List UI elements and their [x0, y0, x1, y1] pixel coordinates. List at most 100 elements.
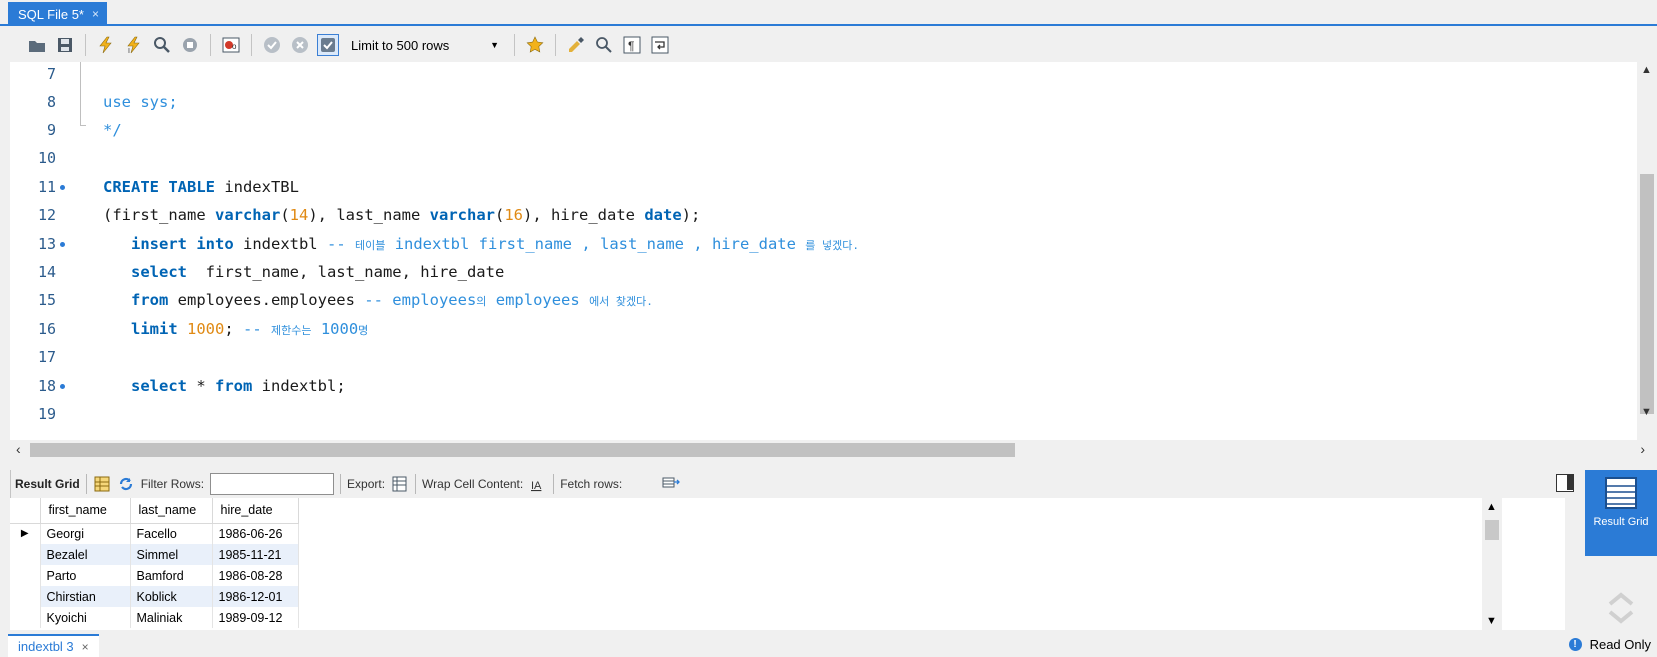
line-number: 8 [46, 93, 56, 111]
column-header[interactable]: first_name [40, 498, 131, 524]
line-number: 13 [37, 235, 56, 253]
read-only-status: ! Read Only [1568, 637, 1651, 652]
tab-indextbl-3[interactable]: indextbl 3 × [8, 634, 99, 657]
tab-close-icon[interactable]: × [82, 640, 89, 654]
comment-text: -- [243, 320, 272, 338]
table-cell[interactable]: 1989-09-12 [212, 607, 299, 628]
tab-sql-file[interactable]: SQL File 5* × [8, 2, 108, 26]
bookmark-icon[interactable] [524, 34, 546, 56]
editor-horizontal-scrollbar[interactable]: ‹ › [10, 440, 1657, 460]
table-cell[interactable]: 1986-06-26 [212, 523, 299, 544]
autocommit-icon[interactable] [317, 34, 339, 56]
comment-text: 를 넣겠다. [805, 239, 860, 252]
line-number: 17 [37, 348, 56, 366]
keyword: select [131, 263, 187, 281]
row-marker [10, 586, 41, 607]
result-grid[interactable]: first_name last_name hire_date ▶ Georgi … [10, 498, 1565, 630]
filter-rows-input[interactable] [210, 473, 335, 495]
table-row[interactable]: ▶ Georgi Facello 1986-06-26 [10, 523, 299, 544]
result-grid-label[interactable]: Result Grid [15, 477, 80, 491]
scrollbar-thumb[interactable] [1485, 520, 1499, 540]
line-number: 18 [37, 377, 56, 395]
refresh-icon[interactable] [117, 475, 135, 493]
execute-current-icon[interactable]: I [123, 34, 145, 56]
code-text: (first_name varchar(14), last_name varch… [103, 206, 700, 224]
row-marker [10, 544, 41, 565]
comment-text: employees [486, 291, 590, 309]
table-cell[interactable]: Facello [130, 523, 213, 544]
table-cell[interactable]: Chirstian [40, 586, 131, 607]
line-number: 12 [37, 206, 56, 224]
table-cell[interactable]: Georgi [40, 523, 131, 544]
scroll-left-icon[interactable]: ‹ [16, 441, 21, 457]
side-result-grid-button[interactable]: Result Grid [1585, 470, 1657, 556]
table-row[interactable]: Bezalel Simmel 1985-11-21 [10, 544, 299, 565]
code-text: insert into indextbl -- 테이블 indextbl fir… [131, 235, 859, 253]
beautify-icon[interactable] [565, 34, 587, 56]
sql-editor[interactable]: 7 8 use sys; 9 */ 10 11 CREATE TABLE ind… [10, 62, 1637, 440]
column-header[interactable]: hire_date [212, 498, 299, 524]
column-header[interactable]: last_name [130, 498, 213, 524]
limit-rows-select[interactable]: Limit to 500 rows ▼ [345, 34, 505, 56]
execute-icon[interactable] [95, 34, 117, 56]
invisible-chars-icon[interactable]: ¶ [621, 34, 643, 56]
grid-vertical-scrollbar[interactable]: ▲ ▼ [1482, 498, 1502, 630]
table-cell[interactable]: Simmel [130, 544, 213, 565]
tab-close-icon[interactable]: × [92, 7, 99, 21]
keyword: limit [131, 320, 178, 338]
fetch-rows-icon[interactable] [662, 475, 681, 493]
grid-form-icon[interactable] [93, 475, 111, 493]
keyword: select [131, 377, 187, 395]
svg-text:I: I [128, 48, 130, 55]
code-fragment: ), hire_date [523, 206, 645, 224]
keyword: from [215, 377, 253, 395]
scrollbar-thumb[interactable] [30, 443, 1015, 457]
table-cell[interactable]: 1986-12-01 [212, 586, 299, 607]
toolbar-separator [85, 34, 86, 56]
number-literal: 14 [289, 206, 309, 224]
table-cell[interactable]: Koblick [130, 586, 213, 607]
scroll-up-icon[interactable]: ▲ [1486, 501, 1497, 513]
scrollbar-thumb[interactable] [1640, 174, 1654, 414]
row-marker-header [10, 498, 41, 524]
code-fragment: ); [681, 206, 701, 224]
table-cell[interactable]: 1985-11-21 [212, 544, 299, 565]
toolbar-separator [555, 34, 556, 56]
table-row[interactable]: Kyoichi Maliniak 1989-09-12 [10, 607, 299, 628]
scroll-down-icon[interactable]: ▼ [1641, 406, 1652, 418]
export-icon[interactable] [391, 475, 409, 493]
editor-vertical-scrollbar[interactable]: ▲ ▼ [1637, 62, 1657, 440]
scroll-down-icon[interactable]: ▼ [1486, 615, 1497, 627]
open-file-icon[interactable] [26, 34, 48, 56]
explain-icon[interactable] [151, 34, 173, 56]
table-cell[interactable]: Kyoichi [40, 607, 131, 628]
code-line: 17 [10, 342, 1610, 372]
find-icon[interactable] [593, 34, 615, 56]
toolbar-separator [553, 474, 555, 494]
code-line: 12 (first_name varchar(14), last_name va… [10, 200, 1610, 230]
table-cell[interactable]: Bamford [130, 565, 213, 586]
stop-icon[interactable] [179, 34, 201, 56]
toggle-side-panel-icon[interactable] [1556, 474, 1574, 492]
table-cell[interactable]: Bezalel [40, 544, 131, 565]
limit-rows-value: Limit to 500 rows [351, 37, 450, 53]
rollback-icon[interactable] [289, 34, 311, 56]
filter-rows-label: Filter Rows: [140, 477, 205, 491]
table-row[interactable]: Parto Bamford 1986-08-28 [10, 565, 299, 586]
scroll-right-icon[interactable]: › [1640, 441, 1645, 457]
table-row[interactable]: Chirstian Koblick 1986-12-01 [10, 586, 299, 607]
commit-icon[interactable] [261, 34, 283, 56]
keyword: date [644, 206, 682, 224]
panel-chevron-icon[interactable] [1604, 590, 1638, 624]
result-toolbar: Result Grid Filter Rows: Export: Wrap Ce… [10, 470, 1550, 498]
table-cell[interactable]: 1986-08-28 [212, 565, 299, 586]
table-cell[interactable]: Parto [40, 565, 131, 586]
wrap-icon[interactable] [649, 34, 671, 56]
keyword: insert into [131, 235, 234, 253]
scroll-up-icon[interactable]: ▲ [1641, 64, 1652, 76]
toggle-error-icon[interactable]: o [220, 34, 242, 56]
wrap-cell-icon[interactable]: IA [529, 475, 547, 493]
save-icon[interactable] [54, 34, 76, 56]
table-cell[interactable]: Maliniak [130, 607, 213, 628]
code-fragment: (first_name [103, 206, 215, 224]
